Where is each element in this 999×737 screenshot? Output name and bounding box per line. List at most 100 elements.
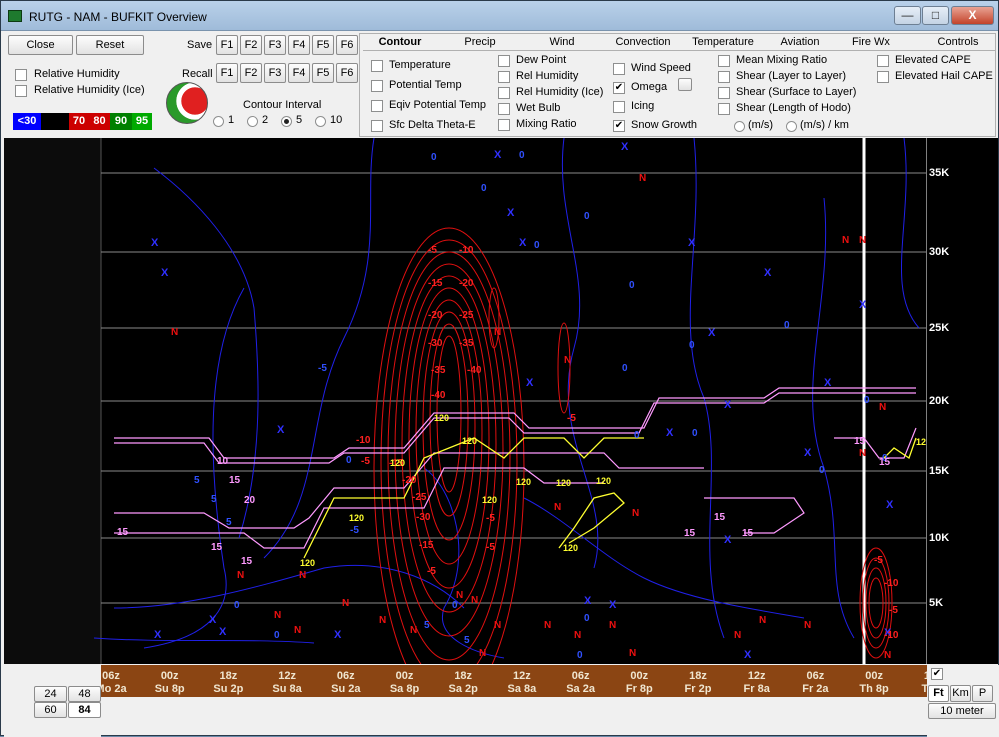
unit-km-button[interactable]: Km [950, 685, 971, 702]
save-f5-button[interactable]: F5 [312, 35, 334, 55]
pink-value-label-3: 15 [117, 527, 129, 538]
title-bar[interactable]: RUTG - NAM - BUFKIT Overview — □ X [1, 1, 998, 31]
red-value-label-15: -25 [412, 492, 427, 503]
interval-2-radio[interactable] [247, 116, 258, 127]
minimize-button[interactable]: — [894, 6, 921, 25]
n-marker-13: N [379, 615, 386, 626]
n-marker-12: N [342, 598, 349, 609]
hours-60-button[interactable]: 60 [34, 702, 67, 718]
interval-5-radio[interactable] [281, 116, 292, 127]
shear-unit-radio-1[interactable] [786, 121, 797, 132]
time-tick-top-1: 00z [160, 670, 179, 682]
tab-wind[interactable]: Wind [535, 36, 589, 50]
snow-growth-checkbox[interactable]: ✔ [613, 120, 625, 132]
n-marker-1: N [171, 327, 178, 338]
shear-surface-to-layer--checkbox[interactable] [718, 87, 730, 99]
mixing-ratio-checkbox[interactable] [498, 119, 510, 131]
tab-controls[interactable]: Controls [928, 36, 988, 50]
save-label: Save [187, 39, 213, 51]
n-marker-24: N [759, 615, 766, 626]
recall-label: Recall [182, 68, 213, 80]
rel-humidity-checkbox[interactable] [498, 71, 510, 83]
recall-f1-button[interactable]: F1 [216, 63, 238, 83]
relative-humidity-ice-checkbox[interactable] [15, 85, 27, 97]
unit-p-button[interactable]: P [972, 685, 993, 702]
reset-button[interactable]: Reset [76, 35, 144, 55]
maximize-button[interactable]: □ [922, 6, 949, 25]
x-marker-18: X [154, 629, 162, 641]
n-marker-11: N [294, 625, 301, 636]
n-marker-21: N [609, 620, 616, 631]
unit-ft-button[interactable]: Ft [928, 685, 949, 702]
x-marker-5: X [494, 149, 502, 161]
hours-84-button[interactable]: 84 [68, 702, 101, 718]
x-marker-16: X [209, 614, 217, 626]
save-f6-button[interactable]: F6 [336, 35, 358, 55]
wind-speed-checkbox[interactable] [613, 63, 625, 75]
save-f1-button[interactable]: F1 [216, 35, 238, 55]
relative-humidity-checkbox[interactable] [15, 69, 27, 81]
recall-f4-button[interactable]: F4 [288, 63, 310, 83]
blue-value-label-10: 0 [784, 320, 790, 331]
sfc-delta-theta-e-checkbox[interactable] [371, 120, 383, 132]
tab-temperature[interactable]: Temperature [687, 36, 759, 50]
yellow-value-label-2: 120 [390, 458, 405, 468]
wind-overlay-checkbox[interactable]: ✔ [931, 668, 943, 680]
y-tick-30K: 30K [929, 246, 950, 258]
omega-checkbox[interactable]: ✔ [613, 82, 625, 94]
save-f3-button[interactable]: F3 [264, 35, 286, 55]
mean-mixing-ratio-checkbox[interactable] [718, 55, 730, 67]
time-tick-bottom-12: Fr 2a [802, 683, 829, 695]
wind-height-button[interactable]: 10 meter [928, 703, 996, 719]
sfc-delta-theta-e-label: Sfc Delta Theta-E [389, 119, 476, 131]
rel-humidity-ice--label: Rel Humidity (Ice) [516, 86, 604, 98]
x-marker-8: X [764, 267, 772, 279]
temperature-checkbox[interactable] [371, 60, 383, 72]
wet-bulb-checkbox[interactable] [498, 103, 510, 115]
save-f4-button[interactable]: F4 [288, 35, 310, 55]
tab-precip[interactable]: Precip [451, 36, 509, 50]
blue-value-label-24: 5 [464, 635, 470, 646]
elevated-cape-checkbox[interactable] [877, 55, 889, 67]
shear-unit-radio-0[interactable] [734, 121, 745, 132]
bufkit-time-height-plot[interactable]: NNNNNNNNNNNNNNNNNNNNNNNNNNNNNXXXXXXXXXXX… [4, 138, 926, 664]
icing-checkbox[interactable] [613, 101, 625, 113]
hours-24-button[interactable]: 24 [34, 686, 67, 702]
x-marker-10: X [824, 377, 832, 389]
potential-temp-checkbox[interactable] [371, 80, 383, 92]
red-value-label-14: -20 [402, 475, 417, 486]
eqiv-potential-temp-checkbox[interactable] [371, 100, 383, 112]
interval-1-radio[interactable] [213, 116, 224, 127]
interval-10-radio[interactable] [315, 116, 326, 127]
x-marker-17: X [219, 626, 227, 638]
yellow-value-label-1: 120 [349, 513, 364, 523]
close-button[interactable]: Close [8, 35, 73, 55]
time-tick-bottom-8: Sa 2a [566, 683, 595, 695]
recall-f5-button[interactable]: F5 [312, 63, 334, 83]
blue-value-label-23: 0 [452, 600, 458, 611]
tab-convection[interactable]: Convection [607, 36, 679, 50]
blue-contour-8 [523, 497, 805, 619]
elevated-hail-cape-checkbox[interactable] [877, 71, 889, 83]
red-value-label-19: -5 [486, 513, 495, 524]
tab-contour[interactable]: Contour [365, 36, 435, 50]
dew-point-checkbox[interactable] [498, 55, 510, 67]
recall-f3-button[interactable]: F3 [264, 63, 286, 83]
recall-f2-button[interactable]: F2 [240, 63, 262, 83]
x-marker-11: X [724, 399, 732, 411]
tab-fire-wx[interactable]: Fire Wx [846, 36, 896, 50]
omega-options-button[interactable] [678, 78, 692, 91]
pink-value-label-7: 15 [714, 512, 726, 523]
recall-f6-button[interactable]: F6 [336, 63, 358, 83]
save-f2-button[interactable]: F2 [240, 35, 262, 55]
blue-value-label-17: 5 [211, 494, 217, 505]
x-marker-3: X [507, 207, 515, 219]
close-window-button[interactable]: X [951, 6, 994, 25]
red-value-label-1: -10 [459, 245, 474, 256]
rel-humidity-ice--checkbox[interactable] [498, 87, 510, 99]
shear-length-of-hodo--checkbox[interactable] [718, 103, 730, 115]
shear-layer-to-layer--checkbox[interactable] [718, 71, 730, 83]
hours-48-button[interactable]: 48 [68, 686, 101, 702]
red-value-label-24: -5 [889, 605, 898, 616]
tab-aviation[interactable]: Aviation [771, 36, 829, 50]
